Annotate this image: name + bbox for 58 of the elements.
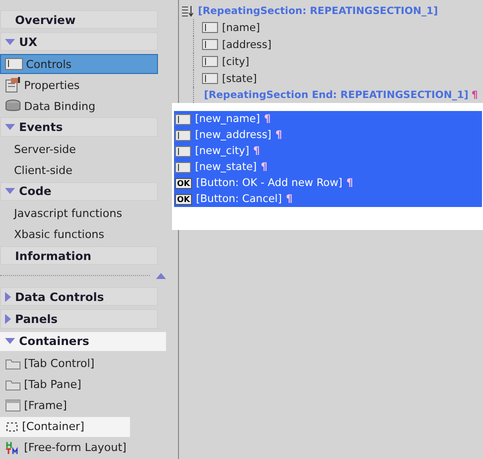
sidebar-item[interactable]: [Frame] bbox=[0, 396, 158, 416]
pilcrow-mark: ¶ bbox=[253, 145, 260, 157]
field-label: [address] bbox=[222, 38, 272, 50]
section-header[interactable]: Data Controls bbox=[0, 287, 158, 306]
field-label: [name] bbox=[222, 22, 260, 34]
sidebar-item[interactable]: [Tab Pane] bbox=[0, 374, 158, 395]
frame-icon bbox=[5, 399, 21, 412]
expanded-arrow-icon[interactable] bbox=[5, 338, 15, 344]
textbox-icon bbox=[5, 58, 23, 70]
database-icon bbox=[5, 99, 21, 114]
expanded-arrow-icon[interactable] bbox=[5, 124, 15, 130]
sidebar-item[interactable]: Data Binding bbox=[0, 96, 158, 116]
button-icon: OK bbox=[175, 178, 192, 188]
section-header[interactable]: Code bbox=[0, 182, 158, 201]
section-end-label: [RepeatingSection End: REPEATINGSECTION_1] bbox=[204, 90, 468, 100]
sidebar-item[interactable]: [Tab Control] bbox=[0, 354, 158, 374]
textbox-icon bbox=[202, 73, 218, 84]
sidebar-item[interactable]: Xbasic functions bbox=[0, 224, 158, 245]
textbox-icon bbox=[175, 146, 191, 156]
container-icon bbox=[5, 420, 19, 433]
textbox-icon bbox=[202, 56, 218, 67]
folder-icon bbox=[5, 357, 21, 370]
textbox-icon bbox=[175, 162, 191, 172]
section-header[interactable]: Containers bbox=[0, 332, 166, 351]
sidebar-item[interactable]: [Container] bbox=[0, 416, 130, 437]
section-header[interactable]: Information bbox=[0, 246, 158, 266]
sidebar-item[interactable]: Properties bbox=[0, 75, 158, 96]
collapse-up-icon[interactable] bbox=[156, 272, 166, 279]
properties-icon bbox=[5, 77, 21, 94]
expanded-arrow-icon[interactable] bbox=[5, 188, 15, 194]
textbox-icon bbox=[202, 22, 218, 33]
pilcrow-mark: ¶ bbox=[275, 129, 282, 141]
sidebar-item[interactable]: Server-side bbox=[0, 140, 158, 160]
field-label: [city] bbox=[222, 56, 250, 68]
pilcrow-mark: ¶ bbox=[346, 177, 354, 189]
pilcrow-mark: ¶ bbox=[286, 193, 292, 205]
section-start-label: [RepeatingSection: REPEATINGSECTION_1] bbox=[198, 6, 438, 16]
pilcrow-mark: ¶ bbox=[260, 161, 268, 173]
section-header[interactable]: Panels bbox=[0, 309, 158, 329]
textbox-icon bbox=[175, 130, 191, 140]
section-header[interactable]: Events bbox=[0, 117, 158, 137]
section-header[interactable]: UX bbox=[0, 32, 158, 52]
sidebar-item[interactable]: Controls bbox=[0, 54, 158, 74]
textbox-icon bbox=[202, 39, 218, 50]
field-label: [state] bbox=[222, 72, 257, 84]
expanded-arrow-icon[interactable] bbox=[5, 38, 15, 45]
button-icon: OK bbox=[175, 194, 192, 204]
collapsed-arrow-icon[interactable] bbox=[5, 292, 11, 302]
pilcrow-mark: ¶ bbox=[264, 113, 271, 125]
folder-icon bbox=[5, 378, 21, 392]
sidebar-item[interactable]: Client-side bbox=[0, 160, 158, 181]
sidebar-item[interactable]: Javascript functions bbox=[0, 204, 158, 224]
pilcrow-mark: ¶ bbox=[472, 90, 478, 100]
collapsed-arrow-icon[interactable] bbox=[5, 314, 11, 324]
textbox-icon bbox=[175, 114, 191, 124]
section-header[interactable]: Overview bbox=[0, 10, 158, 30]
sidebar-item[interactable]: [Free-form Layout] bbox=[0, 438, 158, 458]
section-icon bbox=[181, 5, 195, 17]
